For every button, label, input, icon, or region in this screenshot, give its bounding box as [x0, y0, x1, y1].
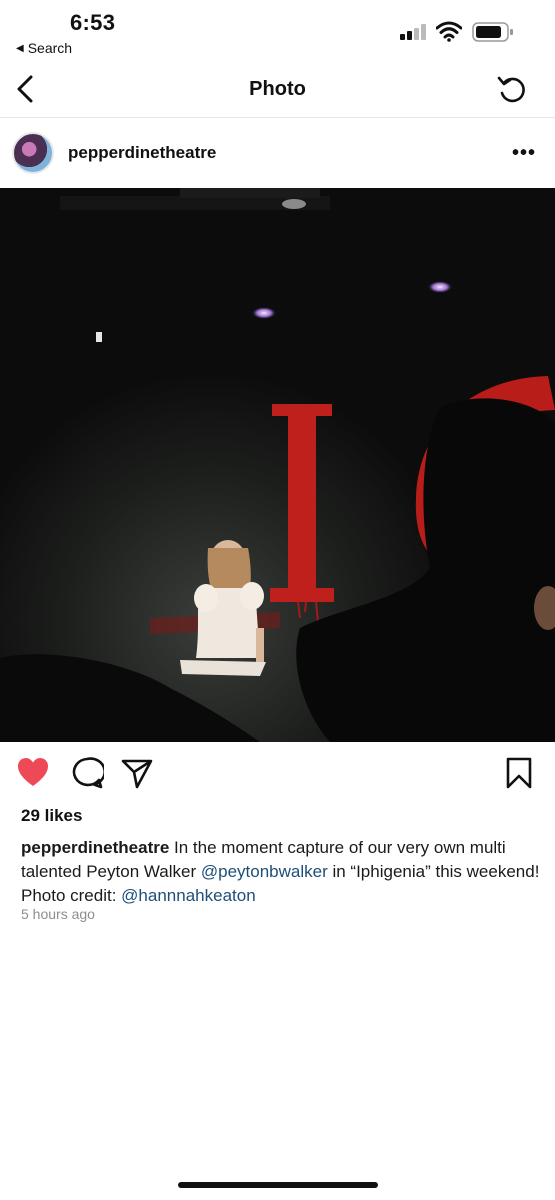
wifi-icon [436, 21, 462, 42]
comment-icon[interactable] [70, 756, 104, 790]
nav-bar: Photo [0, 62, 555, 118]
bookmark-icon[interactable] [502, 756, 536, 790]
post-username[interactable]: pepperdinetheatre [68, 143, 216, 163]
mention-link[interactable]: @peytonbwalker [201, 862, 328, 881]
heart-icon[interactable] [16, 756, 50, 790]
home-indicator[interactable] [178, 1182, 378, 1188]
likes-count[interactable]: 29 likes [21, 806, 82, 826]
send-icon[interactable] [120, 756, 154, 790]
post-photo[interactable] [0, 188, 555, 742]
mention-link[interactable]: @hannnahkeaton [121, 886, 255, 905]
status-time: 6:53 [70, 10, 116, 35]
post-actions [0, 752, 555, 798]
post-header: pepperdinetheatre ••• [0, 118, 555, 188]
page-title: Photo [249, 78, 306, 100]
refresh-icon[interactable] [496, 74, 530, 106]
battery-icon [472, 22, 513, 42]
avatar[interactable] [12, 132, 54, 174]
cellular-signal-icon [400, 24, 426, 40]
caption-username[interactable]: pepperdinetheatre [21, 838, 169, 857]
back-app-label: Search [27, 40, 73, 56]
post-caption: pepperdinetheatre In the moment capture … [21, 836, 541, 908]
more-horizontal-icon[interactable]: ••• [512, 142, 536, 165]
post-timestamp: 5 hours ago [21, 906, 95, 922]
back-triangle-icon: ◀ [16, 42, 24, 54]
status-bar: 6:53 ◀ Search [0, 0, 555, 68]
back-to-search-link[interactable]: ◀ Search [16, 40, 72, 56]
